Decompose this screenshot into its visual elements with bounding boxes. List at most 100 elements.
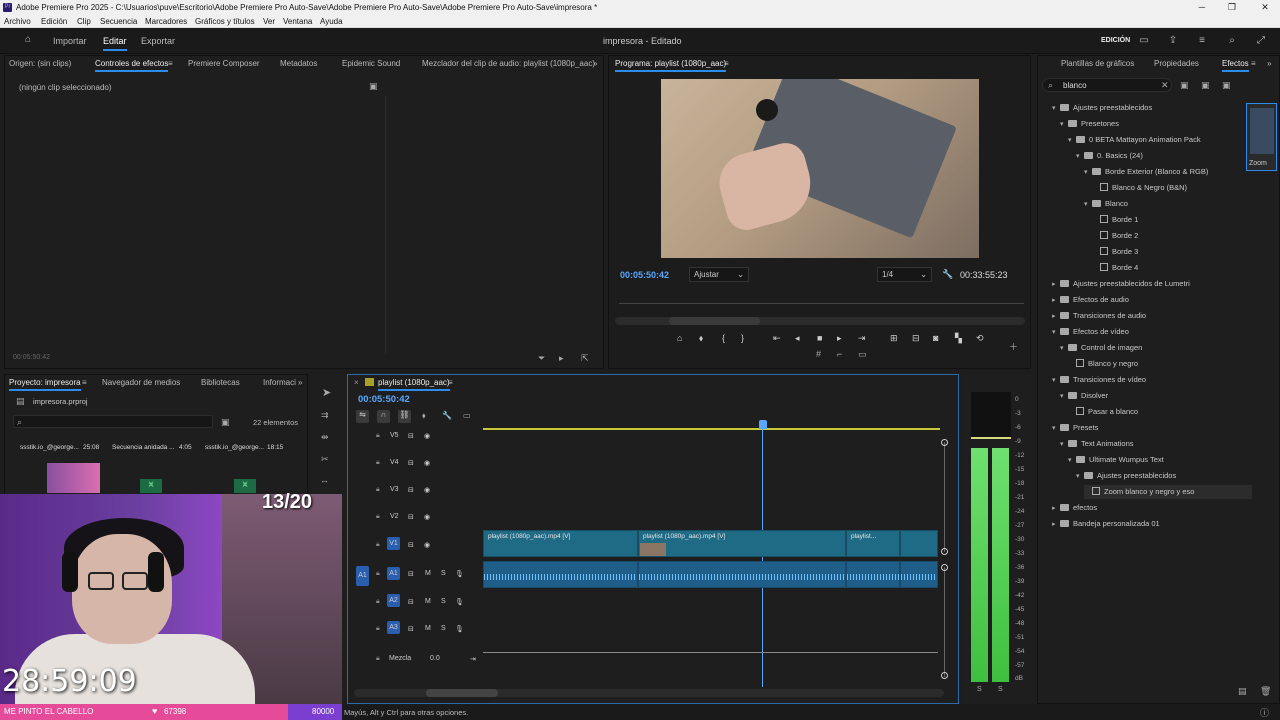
chevron-down-icon[interactable]: ▾	[1068, 134, 1076, 148]
mix-track-line[interactable]	[483, 652, 938, 653]
chevron-down-icon[interactable]: ▾	[1060, 118, 1068, 132]
chevron-down-icon[interactable]: ▾	[1060, 438, 1068, 452]
playhead-line[interactable]	[762, 429, 763, 687]
eye-icon[interactable]: ◉	[424, 432, 430, 440]
zoom-scrollbar[interactable]	[615, 317, 1025, 325]
step-forward-icon[interactable]: ▸	[837, 333, 842, 344]
scroll-handle[interactable]	[941, 564, 948, 571]
go-to-out-icon[interactable]: ⇥	[858, 333, 866, 344]
mix-value[interactable]: 0.0	[430, 655, 440, 662]
sync-lock-icon[interactable]: ⊟	[408, 625, 414, 633]
yuv-effects-icon[interactable]: ▣	[1222, 80, 1231, 90]
menu-item-ventana[interactable]: Ventana	[283, 15, 312, 28]
sync-lock-icon[interactable]: ⊟	[408, 432, 414, 440]
audio-clip[interactable]	[483, 561, 638, 588]
add-marker-icon[interactable]: ⬧	[699, 333, 703, 344]
lock-icon[interactable]: 🔒︎	[376, 655, 380, 663]
tab-program[interactable]: Programa: playlist (1080p_aac)	[615, 59, 727, 72]
mic-icon[interactable]: 🎙︎	[455, 598, 464, 606]
chevron-down-icon[interactable]: ▾	[1076, 470, 1084, 484]
wrench-icon[interactable]: 🔧	[942, 269, 953, 279]
chevron-down-icon[interactable]: ▾	[1068, 454, 1076, 468]
stop-icon[interactable]: ■	[817, 333, 822, 343]
menu-item-graficos[interactable]: Gráficos y títulos	[195, 15, 255, 28]
audio-clip[interactable]	[638, 561, 846, 588]
meter-solo-right[interactable]: S	[998, 686, 1003, 693]
go-to-end-icon[interactable]: ⇥	[470, 655, 476, 663]
toggle-timeline-icon[interactable]: ▣	[369, 81, 378, 91]
add-marker-icon[interactable]: ⬧	[422, 411, 426, 421]
effect-folder[interactable]: ▾ Text Animations	[1060, 437, 1134, 451]
tab-epidemic-sound[interactable]: Epidemic Sound	[342, 59, 400, 68]
tab-metadatos[interactable]: Metadatos	[280, 59, 317, 68]
effect-item[interactable]: Borde 4	[1092, 261, 1138, 275]
effect-folder[interactable]: ▾ Ajustes preestablecidos	[1052, 101, 1152, 115]
mic-icon[interactable]: 🎙︎	[455, 625, 464, 633]
eye-icon[interactable]: ◉	[424, 486, 430, 494]
selection-tool-icon[interactable]: ➤	[322, 388, 331, 399]
tab-efectos[interactable]: Efectos	[1222, 59, 1249, 72]
multicam-icon[interactable]: ⟲	[976, 333, 984, 344]
captions-icon[interactable]: ▭	[463, 411, 471, 420]
chevron-right-icon[interactable]: ▸	[1052, 294, 1060, 308]
effect-folder[interactable]: ▸ efectos	[1052, 501, 1097, 515]
tab-importar[interactable]: Importar	[53, 36, 87, 46]
close-button[interactable]: ✕	[1250, 0, 1280, 15]
32bit-effects-icon[interactable]: ▣	[1201, 80, 1210, 90]
track-label-a3[interactable]: A3	[387, 621, 400, 634]
slip-tool-icon[interactable]: ↔	[320, 475, 329, 485]
more-tabs-icon[interactable]: »	[1267, 59, 1271, 68]
sync-lock-icon[interactable]: ⊟	[408, 513, 414, 521]
quick-export-icon[interactable]: ≡	[1196, 35, 1208, 46]
project-search-input[interactable]: ⌕	[13, 415, 213, 428]
effect-folder[interactable]: ▾ Disolver	[1060, 389, 1108, 403]
tab-origen[interactable]: Origen: (sin clips)	[9, 59, 71, 68]
track-select-tool-icon[interactable]: ⇉	[321, 410, 329, 420]
effect-folder[interactable]: ▾ Blanco	[1084, 197, 1128, 211]
menu-item-archivo[interactable]: Archivo	[4, 15, 31, 28]
audio-clip[interactable]	[900, 561, 938, 588]
video-track-scrollbar[interactable]	[944, 442, 945, 552]
project-menu-icon[interactable]: ≡	[82, 378, 87, 387]
solo-button[interactable]: S	[441, 598, 446, 605]
razor-tool-icon[interactable]: ✂	[321, 454, 329, 464]
wrench-icon[interactable]: 🔧	[442, 411, 452, 420]
add-button-icon[interactable]: ＋	[1009, 342, 1018, 352]
tab-informacion[interactable]: Informaci	[263, 378, 296, 387]
tab-proyecto[interactable]: Proyecto: impresora	[9, 378, 81, 391]
mic-icon[interactable]: 🎙︎	[455, 570, 464, 578]
chevron-down-icon[interactable]: ▾	[1084, 166, 1092, 180]
linked-selection-icon[interactable]: ⛓	[398, 410, 411, 423]
effect-folder[interactable]: ▸ Ajustes preestablecidos de Lumetri	[1052, 277, 1190, 291]
scroll-handle[interactable]	[941, 439, 948, 446]
video-clip[interactable]	[900, 530, 938, 557]
mute-button[interactable]: M	[425, 598, 431, 605]
tab-exportar[interactable]: Exportar	[141, 36, 175, 46]
audio-track-scrollbar[interactable]	[944, 567, 945, 677]
home-icon[interactable]: ⌂	[22, 34, 34, 45]
fit-dropdown[interactable]: Ajustar ⌄	[689, 267, 749, 282]
audio-clip[interactable]	[846, 561, 900, 588]
effect-folder[interactable]: ▾ Ajustes preestablecidos	[1076, 469, 1176, 483]
maximize-button[interactable]: ❐	[1217, 0, 1247, 15]
fullscreen-icon[interactable]: ⤢	[1255, 35, 1267, 46]
effect-folder[interactable]: ▾ 0. Basics (24)	[1076, 149, 1143, 163]
sync-lock-icon[interactable]: ⊟	[408, 598, 414, 606]
lift-icon[interactable]: ⌂	[677, 333, 682, 343]
tab-audio-clip-mixer[interactable]: Mezclador del clip de audio: playlist (1…	[422, 59, 595, 68]
menu-item-secuencia[interactable]: Secuencia	[100, 15, 137, 28]
effect-folder[interactable]: ▸ Bandeja personalizada 01	[1052, 517, 1160, 531]
chevron-right-icon[interactable]: ▸	[1052, 310, 1060, 324]
timeline-zoom-scrollbar[interactable]	[354, 689, 944, 697]
snap-icon[interactable]: ∩	[377, 410, 390, 423]
meter-solo-left[interactable]: S	[977, 686, 982, 693]
chevron-down-icon[interactable]: ▾	[1052, 422, 1060, 436]
track-label-v1[interactable]: V1	[387, 537, 400, 550]
project-item-name[interactable]: Secuencia anidada ...	[112, 444, 175, 451]
chevron-down-icon[interactable]: ▾	[1060, 342, 1068, 356]
more-tabs-icon[interactable]: »	[593, 59, 597, 68]
program-video-frame[interactable]	[661, 79, 979, 258]
project-item-name[interactable]: ssstik.io_@george...	[20, 444, 79, 451]
eye-icon[interactable]: ◉	[424, 459, 430, 467]
eye-icon[interactable]: ◉	[424, 541, 430, 549]
